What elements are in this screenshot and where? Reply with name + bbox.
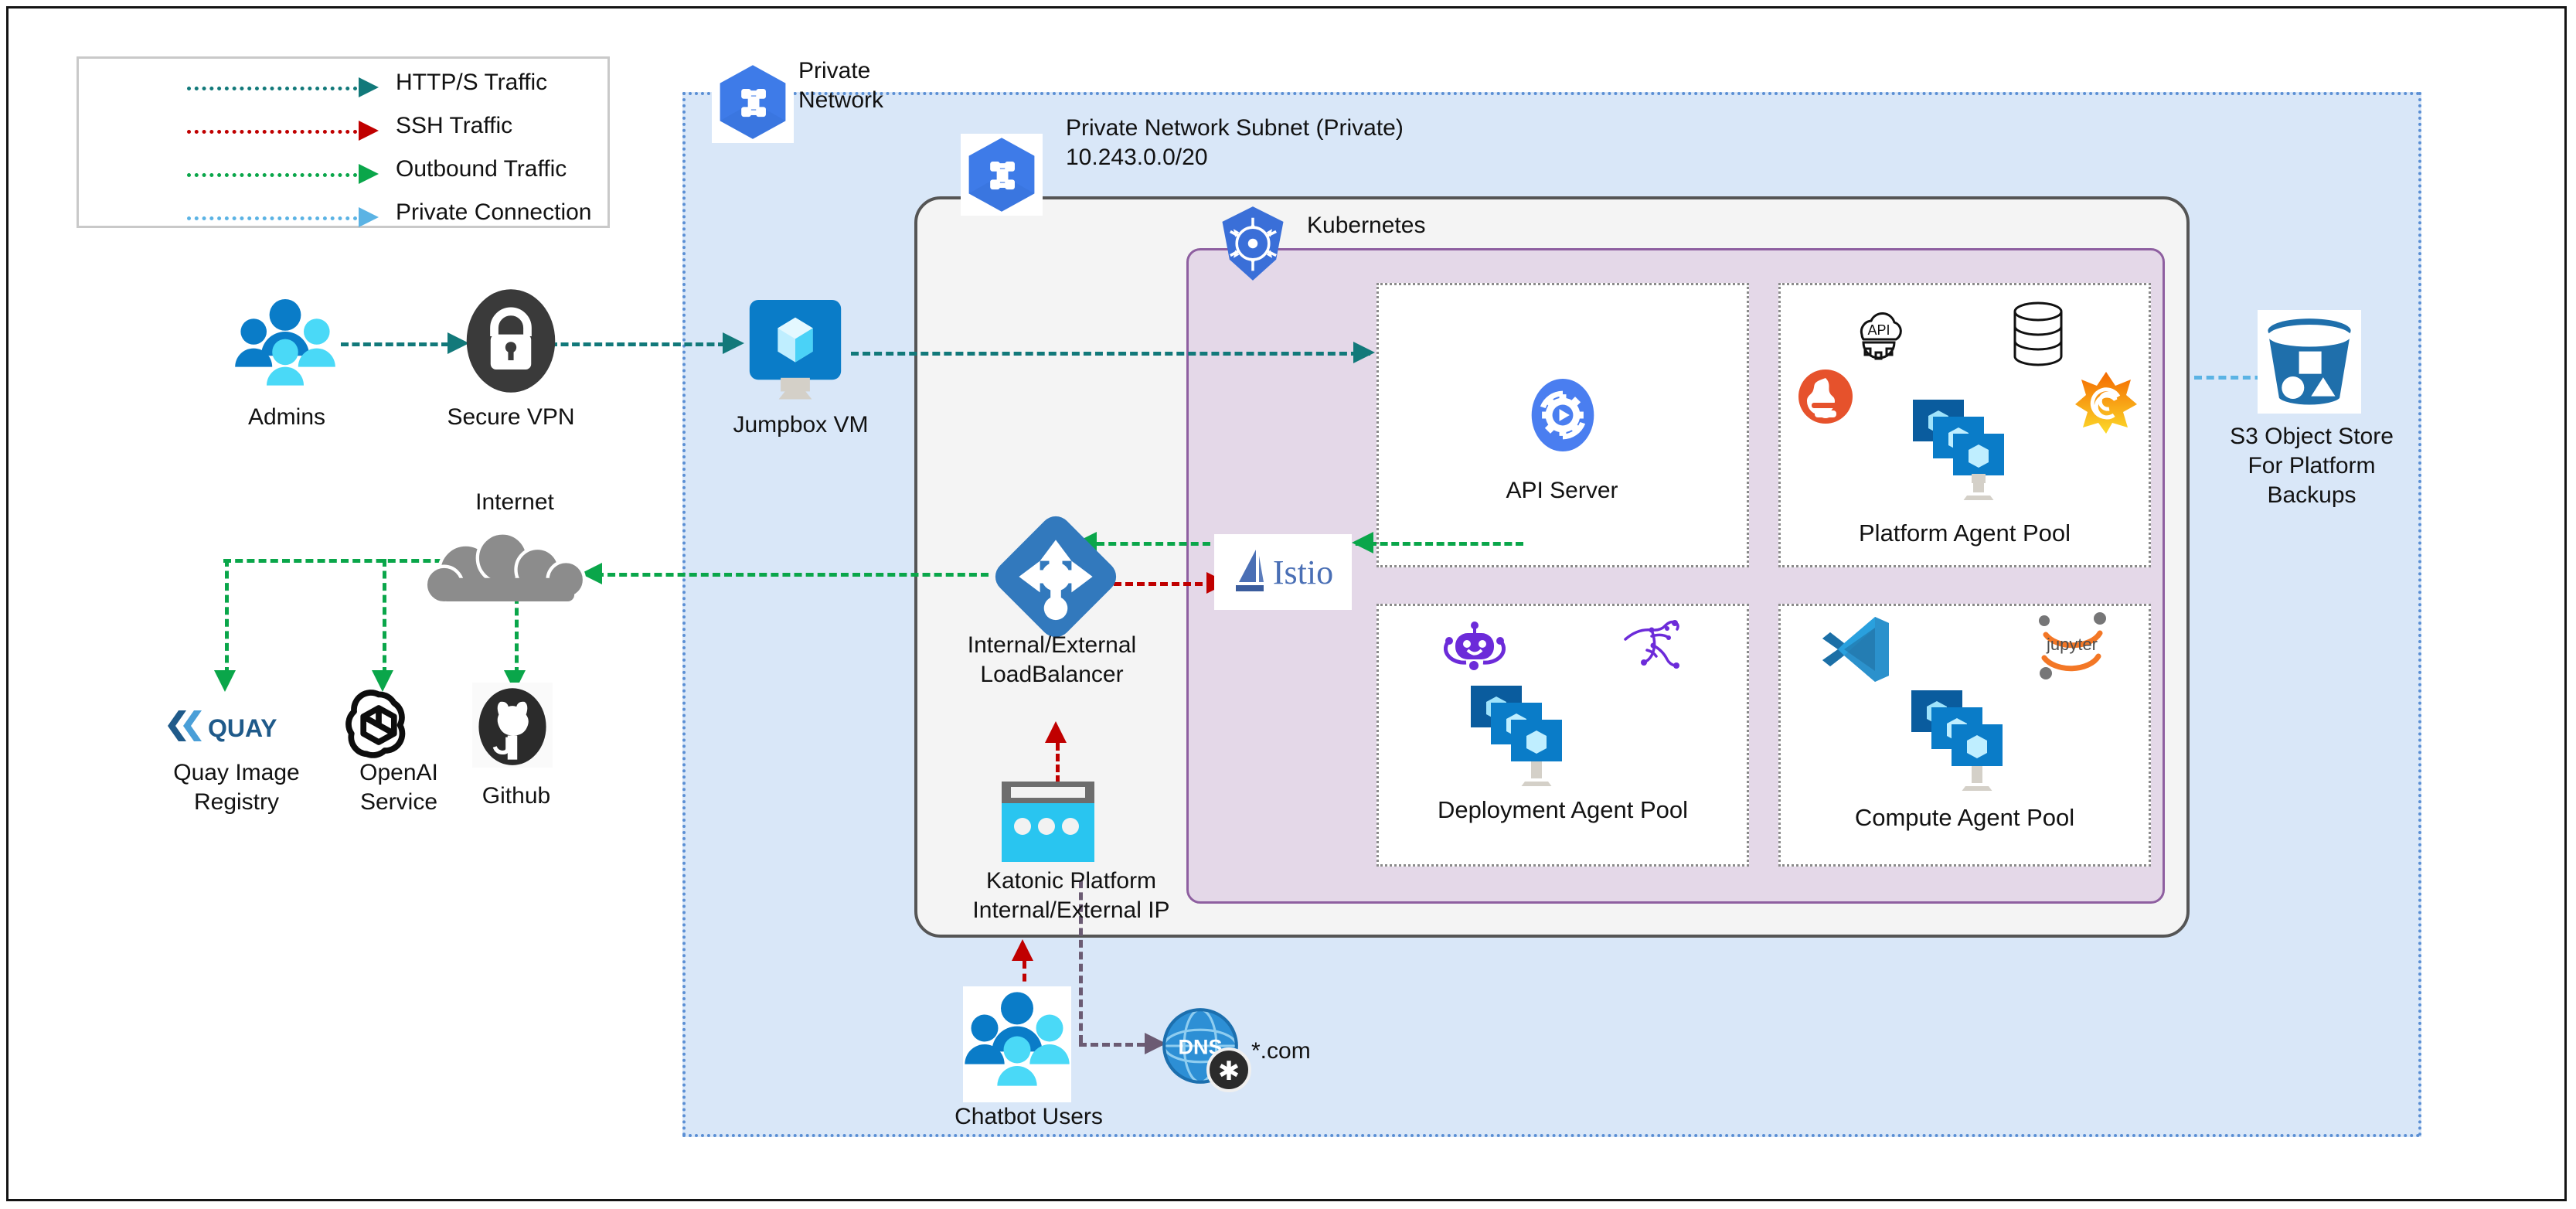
asterisk-icon: ✱ [1205, 1046, 1253, 1094]
svg-text:✱: ✱ [1218, 1057, 1240, 1086]
platform-agent-pool-label: Platform Agent Pool [1859, 519, 2071, 547]
subnet-label: Private Network Subnet (Private) 10.243.… [1066, 115, 1404, 170]
legend-item-http: HTTP/S Traffic [79, 66, 607, 109]
s3-bucket-icon [2258, 310, 2361, 414]
arrowhead-icon [1012, 939, 1033, 961]
istio-label: Istio [1272, 553, 1334, 591]
diagram-border: HTTP/S Traffic SSH Traffic Outbound Traf… [6, 6, 2567, 1201]
openai-label: OpenAI Service [359, 760, 438, 815]
jumpbox-label: Jumpbox VM [733, 412, 869, 438]
gcp-network-icon [961, 134, 1043, 216]
arrowhead-icon [359, 164, 379, 184]
openai-logo-icon [336, 683, 421, 768]
github-label: Github [482, 783, 551, 809]
kangaroo-icon [1624, 619, 1693, 670]
link-apiserver-istio [1369, 542, 1523, 546]
private-network-label: Private Network [798, 58, 884, 113]
dashed-arrow-icon [187, 173, 365, 177]
quay-label: Quay Image Registry [173, 760, 300, 815]
svg-text:QUAY: QUAY [208, 714, 277, 742]
kubernetes-label: Kubernetes [1307, 213, 1426, 238]
svg-text:jupyter: jupyter [2046, 635, 2098, 654]
kubernetes-icon [1213, 203, 1293, 284]
grafana-icon [2074, 370, 2139, 435]
compute-agent-pool-label: Compute Agent Pool [1854, 804, 2075, 831]
link-jumpbox-apiserver [851, 352, 1370, 356]
api-server-label: API Server [1506, 478, 1618, 503]
link-lb-internet [596, 573, 989, 577]
legend-box: HTTP/S Traffic SSH Traffic Outbound Traf… [77, 56, 610, 228]
link-vpn-jumpbox [550, 342, 726, 346]
browser-window-icon [1002, 782, 1094, 862]
link-admins-vpn [341, 342, 449, 346]
arrowhead-icon [359, 121, 379, 141]
load-balancer-icon [990, 511, 1121, 642]
loadbalancer-label: Internal/External LoadBalancer [967, 632, 1137, 687]
database-cylinder-icon [2010, 301, 2066, 367]
vm-stack-icon [1469, 683, 1581, 788]
dashed-arrow-icon [187, 130, 365, 134]
padlock-icon [464, 288, 557, 393]
legend-item-outbound: Outbound Traffic [79, 153, 607, 196]
link-internet-openai [383, 559, 386, 675]
dns-label: *.com [1251, 1038, 1311, 1064]
istio-logo-icon: Istio [1214, 534, 1352, 610]
internet-label: Internet [475, 489, 554, 515]
api-server-gear-icon [1519, 372, 1606, 458]
api-cloud-gear-icon: API [1846, 308, 1911, 370]
arrowhead-icon [214, 670, 236, 692]
s3-label: S3 Object Store For Platform Backups [2230, 424, 2394, 508]
deployment-agent-pool-label: Deployment Agent Pool [1438, 796, 1688, 823]
arrowhead-icon [359, 77, 379, 97]
legend-label: HTTP/S Traffic [396, 70, 548, 95]
legend-item-ssh: SSH Traffic [79, 110, 607, 152]
users-group-icon [230, 295, 341, 387]
legend-label: Private Connection [396, 199, 592, 225]
vscode-icon [1821, 615, 1892, 683]
github-logo-icon [472, 683, 553, 768]
legend-item-private: Private Connection [79, 196, 607, 239]
prometheus-icon [1798, 369, 1853, 424]
chatbot-robot-icon [1438, 621, 1511, 675]
legend-label: SSH Traffic [396, 113, 513, 138]
dashed-arrow-icon [187, 87, 365, 90]
arrowhead-icon [1353, 342, 1375, 363]
secure-vpn-label: Secure VPN [447, 404, 575, 430]
arrowhead-icon [1045, 721, 1067, 743]
vm-stack-icon [1910, 687, 2021, 792]
arrowhead-icon [359, 207, 379, 227]
virtual-machine-icon [741, 296, 849, 401]
dashed-arrow-icon [187, 216, 365, 220]
svg-text:API: API [1867, 322, 1890, 338]
link-internet-quay [225, 559, 229, 675]
admins-label: Admins [247, 404, 326, 430]
jupyter-icon: jupyter [2033, 611, 2111, 681]
vm-stack-icon [1911, 397, 2023, 502]
arrowhead-icon [1352, 532, 1373, 553]
quay-logo-icon: QUAY [163, 704, 299, 748]
gcp-network-icon [712, 61, 794, 143]
chatbot-users-label: Chatbot Users [955, 1104, 1103, 1129]
users-group-icon [963, 986, 1071, 1102]
legend-label: Outbound Traffic [396, 156, 567, 182]
cloud-icon [424, 528, 596, 611]
diagram-canvas: HTTP/S Traffic SSH Traffic Outbound Traf… [0, 0, 2576, 1209]
katonic-ip-label: Katonic Platform Internal/External IP [972, 868, 1170, 923]
